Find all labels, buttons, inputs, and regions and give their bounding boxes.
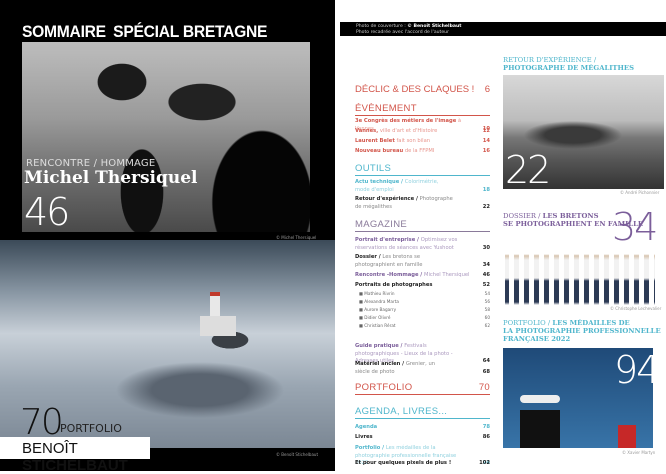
photo-credit: © Christophe Lechevalier [610,306,662,311]
feature-22-heading: RETOUR D'EXPÉRIENCE / PHOTOGRAPHE DE MÉGA… [503,56,634,72]
lighthouse-house [200,316,236,336]
toc-item[interactable]: Portrait d'entreprise / Optimisez vos ré… [355,237,490,252]
family-photo [505,245,655,305]
toc-declic[interactable]: DÉCLIC & DES CLAQUES ! 6 [355,84,490,95]
feature-94-page-number: 94 [614,348,660,392]
portrait-item[interactable]: ■ Mathieu Rivrin 54 [359,291,490,296]
feature-22-page-number: 22 [505,148,551,192]
photo-floating-person [520,395,560,403]
toc-item[interactable]: Rencontre -Hommage / Michel Thersiquel 46 [355,272,490,280]
photo-credit: © André Pichonnier [620,190,660,195]
photo-red-figures [618,425,636,448]
toc-item[interactable]: Matériel ancien / Grenier, un siècle de … [355,361,490,376]
portrait-item[interactable]: ■ Christian Rérat 62 [359,323,490,328]
toc-item[interactable]: Et pour quelques pixels de plus ! 102 [355,460,490,468]
photo-group [520,410,560,448]
toc-item[interactable]: Retour d'expérience / Photographe de még… [355,196,490,211]
section-outils: OUTILS [355,163,490,176]
page-title: SOMMAIRE SPÉCIAL BRETAGNE [22,22,268,41]
toc-item[interactable]: Laurent Belet fait son bilan 14 [355,138,490,146]
feature-name: Michel Thersiquel [24,168,198,188]
feature-page-number: 46 [24,190,70,234]
photo-credit: © Xavier Martyn [622,450,656,455]
lighthouse [210,292,220,316]
photo-credit: © Benoît Stichelbaut [276,452,319,457]
portrait-item[interactable]: ■ Didier Olivré 60 [359,315,490,320]
portfolio-label: PORTFOLIO [60,422,122,435]
section-agenda: AGENDA, LIVRES... [355,406,490,419]
portfolio-photographer: BENOÎT STICHELBAUT [0,437,150,474]
toc-item[interactable]: Vannes, ville d'art et d'Histoire 12 [355,128,490,136]
toc-item[interactable]: Portraits de photographes 52 [355,282,490,290]
toc-item[interactable]: Dossier / Les bretons se photographient … [355,254,490,269]
toc-item[interactable]: Livres 86 [355,434,490,442]
toc-item[interactable]: Agenda 78 [355,424,490,432]
cover-credit: Photo de couverture : © Benoît Stichelba… [356,24,462,35]
portrait-item[interactable]: ■ Aurore Bagarry 58 [359,307,490,312]
section-portfolio[interactable]: PORTFOLIO 70 [355,382,490,395]
feature-94-heading: PORTFOLIO / LES MÉDAILLES DE LA PHOTOGRAP… [503,319,661,343]
toc-item[interactable]: Actu technique / Colorimétrie, mode d'em… [355,179,490,194]
feature-34-page-number: 34 [612,205,658,249]
portrait-item[interactable]: ■ Alexandra Marta 56 [359,299,490,304]
toc-item[interactable]: Nouveau bureau de la FFPMI 16 [355,148,490,156]
section-magazine: MAGAZINE [355,219,490,232]
section-evenement: ÉVÈNEMENT [355,103,490,116]
